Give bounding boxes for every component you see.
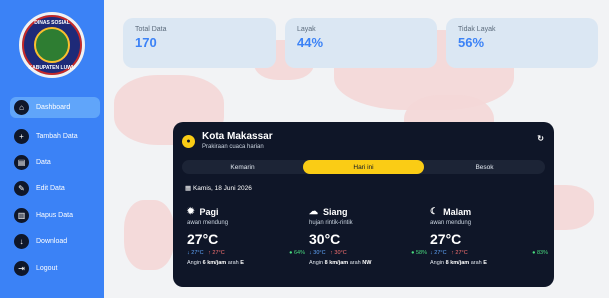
period-temp: 27°C <box>430 231 462 247</box>
sidebar-item-label: Dashboard <box>36 104 71 111</box>
weather-date: ▦ Kamis, 18 Juni 2026 <box>185 184 252 192</box>
wind-info: Angin 6 km/jam arah E <box>187 260 244 266</box>
wind-direction: E <box>240 260 244 266</box>
sidebar-item-logout[interactable]: ⇥ Logout <box>0 255 104 281</box>
logo-text-bottom: KABUPATEN LUWU <box>28 65 76 71</box>
logo-emblem <box>34 27 70 63</box>
wind-info: Angin 8 km/jam arah E <box>430 260 487 266</box>
weather-panel: ● Kota Makassar Prakiraan cuaca harian ↻… <box>173 122 554 287</box>
humidity-icon: ● <box>532 250 536 256</box>
sidebar-item-download[interactable]: ↓ Download <box>0 229 104 255</box>
wind-speed: 6 km/jam <box>202 260 227 266</box>
trash-icon: ▥ <box>14 207 29 223</box>
city-name: Kota Makassar <box>202 131 273 142</box>
data-icon: ▤ <box>14 155 29 171</box>
refresh-icon[interactable]: ↻ <box>537 134 544 143</box>
sidebar-item-dashboard[interactable]: ⌂ Dashboard <box>10 97 100 118</box>
period-name: Malam <box>443 206 472 217</box>
stat-label: Layak <box>297 26 316 33</box>
period-name: Siang <box>323 206 348 217</box>
period-siang: ☁ Siang hujan rintik-rintik 30°C ↓ 30°C … <box>309 206 427 266</box>
stat-card-layak: Layak 44% <box>285 18 437 68</box>
period-pagi: ✹ Pagi awan mendung 27°C ↓ 27°C ↑ 27°C ●… <box>187 206 305 266</box>
sidebar-item-label: Data <box>36 159 51 167</box>
humidity-value: 64% <box>293 250 305 256</box>
stat-card-tidak-layak: Tidak Layak 56% <box>446 18 598 68</box>
wind-direction: E <box>483 260 487 266</box>
home-icon: ⌂ <box>14 100 29 115</box>
temp-high: ↑ 27°C <box>451 250 468 256</box>
sidebar-item-tambah-data[interactable]: + Tambah Data <box>0 123 104 149</box>
period-temp: 30°C <box>309 231 341 247</box>
sidebar-item-label: Download <box>36 238 68 246</box>
wind-speed: 8 km/jam <box>445 260 470 266</box>
wind-speed: 8 km/jam <box>324 260 349 266</box>
stat-card-total: Total Data 170 <box>123 18 276 68</box>
weather-subtitle: Prakiraan cuaca harian <box>202 144 264 150</box>
stat-value: 44% <box>297 35 324 50</box>
humidity-value: 58% <box>415 250 427 256</box>
map-background <box>124 200 174 270</box>
tab-hari-ini[interactable]: Hari ini <box>303 160 424 174</box>
sidebar-item-label: Edit Data <box>36 185 65 193</box>
stat-value: 56% <box>458 35 485 50</box>
period-desc: awan mendung <box>187 220 229 226</box>
sidebar-item-data[interactable]: ▤ Data <box>0 149 104 175</box>
temp-high: ↑ 27°C <box>208 250 225 256</box>
logo-text-top: DINAS SOSIAL <box>34 20 70 26</box>
temp-high: ↑ 30°C <box>330 250 347 256</box>
download-icon: ↓ <box>14 234 29 250</box>
sidebar-menu: ⌂ Dashboard + Tambah Data ▤ Data ✎ Edit … <box>0 97 104 281</box>
sidebar-item-label: Tambah Data <box>36 132 78 140</box>
sidebar: DINAS SOSIAL KABUPATEN LUWU ⌂ Dashboard … <box>0 0 104 298</box>
humidity-value: 83% <box>536 250 548 256</box>
wind-info: Angin 8 km/jam arah NW <box>309 260 372 266</box>
sidebar-item-label: Logout <box>36 264 58 272</box>
sidebar-item-edit-data[interactable]: ✎ Edit Data <box>0 176 104 202</box>
sidebar-item-label: Hapus Data <box>36 211 73 219</box>
sun-icon: ✹ <box>187 206 195 216</box>
moon-icon: ☾ <box>430 206 439 216</box>
period-desc: hujan rintik-rintik <box>309 220 353 226</box>
temp-low: ↓ 27°C <box>187 250 204 256</box>
location-pin-icon: ● <box>182 135 195 148</box>
tab-besok[interactable]: Besok <box>424 160 545 174</box>
temp-low: ↓ 30°C <box>309 250 326 256</box>
stat-label: Tidak Layak <box>458 26 496 33</box>
temp-low: ↓ 27°C <box>430 250 447 256</box>
calendar-icon: ▦ <box>185 185 192 192</box>
day-tabs: Kemarin Hari ini Besok <box>182 160 545 174</box>
logout-icon: ⇥ <box>14 260 29 276</box>
period-desc: awan mendung <box>430 220 472 226</box>
period-name: Pagi <box>199 206 219 217</box>
cloud-rain-icon: ☁ <box>309 206 318 216</box>
dinas-sosial-logo: DINAS SOSIAL KABUPATEN LUWU <box>19 12 85 78</box>
humidity-icon: ● <box>289 250 293 256</box>
humidity-icon: ● <box>411 250 415 256</box>
period-temp: 27°C <box>187 231 219 247</box>
wind-direction: NW <box>362 260 372 266</box>
period-malam: ☾ Malam awan mendung 27°C ↓ 27°C ↑ 27°C … <box>430 206 548 266</box>
date-text: Kamis, 18 Juni 2026 <box>192 185 252 192</box>
stat-value: 170 <box>135 35 157 50</box>
tab-kemarin[interactable]: Kemarin <box>182 160 303 174</box>
sidebar-item-hapus-data[interactable]: ▥ Hapus Data <box>0 202 104 228</box>
stat-label: Total Data <box>135 26 167 33</box>
add-data-icon: + <box>14 128 29 144</box>
edit-icon: ✎ <box>14 181 29 197</box>
